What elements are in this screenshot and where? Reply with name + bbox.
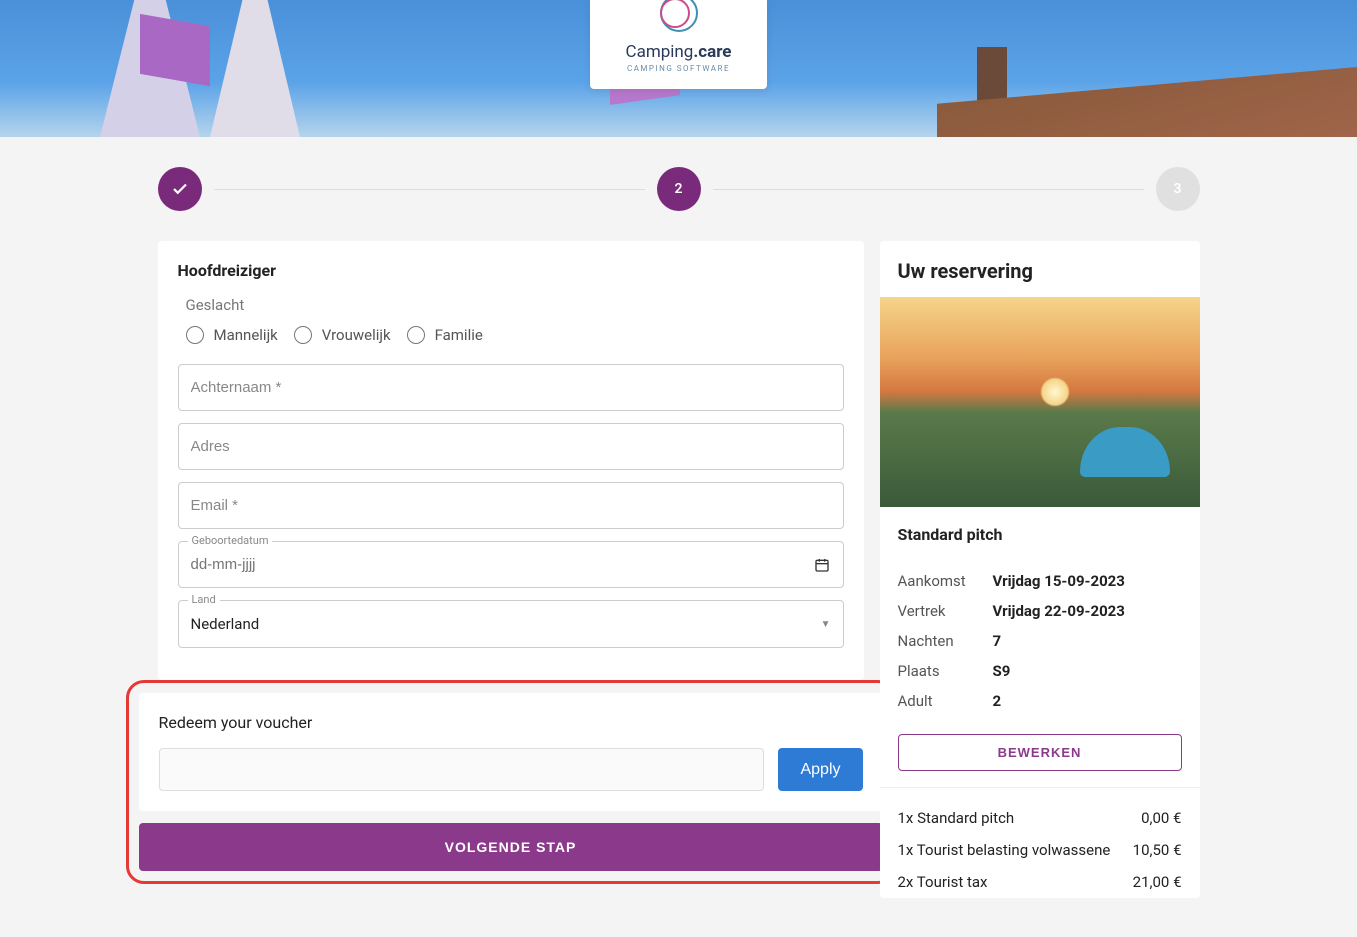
place-row: PlaatsS9 (898, 656, 1182, 686)
step-3: 3 (1156, 167, 1200, 211)
edit-button[interactable]: BEWERKEN (898, 734, 1182, 771)
check-icon (171, 180, 189, 198)
voucher-card: Redeem your voucher Apply (139, 693, 883, 811)
step-1[interactable] (158, 167, 202, 211)
chevron-down-icon: ▼ (821, 619, 831, 630)
calendar-icon[interactable] (814, 557, 830, 573)
gender-family[interactable]: Familie (407, 326, 483, 344)
lastname-input[interactable] (178, 364, 844, 411)
form-title: Hoofdreiziger (178, 261, 844, 280)
logo-card: Camping.care CAMPING SOFTWARE (590, 0, 768, 89)
next-step-button[interactable]: VOLGENDE STAP (139, 823, 883, 871)
logo-icon (654, 12, 702, 36)
voucher-title: Redeem your voucher (159, 713, 863, 732)
gender-female[interactable]: Vrouwelijk (294, 326, 391, 344)
nights-row: Nachten7 (898, 626, 1182, 656)
apply-button[interactable]: Apply (778, 748, 862, 791)
address-input[interactable] (178, 423, 844, 470)
dob-input[interactable] (178, 541, 844, 588)
pitch-name: Standard pitch (880, 507, 1200, 562)
departure-row: VertrekVrijdag 22-09-2023 (898, 596, 1182, 626)
adult-row: Adult2 (898, 686, 1182, 716)
arrival-row: AankomstVrijdag 15-09-2023 (898, 566, 1182, 596)
voucher-input[interactable] (159, 748, 765, 791)
step-2[interactable]: 2 (657, 167, 701, 211)
gender-label: Geslacht (186, 296, 844, 314)
email-input[interactable] (178, 482, 844, 529)
traveler-form-card: Hoofdreiziger Geslacht Mannelijk Vrouwel… (158, 241, 864, 680)
gender-male[interactable]: Mannelijk (186, 326, 278, 344)
voucher-highlight: Redeem your voucher Apply VOLGENDE STAP (126, 680, 896, 884)
price-list: 1x Standard pitch0,00 € 1x Tourist belas… (880, 787, 1200, 898)
dob-label: Geboortedatum (188, 534, 273, 547)
reservation-title: Uw reservering (880, 241, 1200, 297)
country-select[interactable]: Nederland ▼ (178, 600, 844, 648)
country-label: Land (188, 593, 220, 606)
logo-text: Camping.care (626, 42, 732, 62)
price-row: 1x Tourist belasting volwassene10,50 € (898, 834, 1182, 866)
reservation-image (880, 297, 1200, 507)
logo-tagline: CAMPING SOFTWARE (626, 64, 732, 73)
hero-banner: Camping.care CAMPING SOFTWARE (0, 0, 1357, 137)
progress-stepper: 2 3 (158, 137, 1200, 241)
price-row: 2x Tourist tax21,00 € (898, 866, 1182, 898)
price-row: 1x Standard pitch0,00 € (898, 802, 1182, 834)
reservation-sidebar: Uw reservering Standard pitch AankomstVr… (880, 241, 1200, 898)
